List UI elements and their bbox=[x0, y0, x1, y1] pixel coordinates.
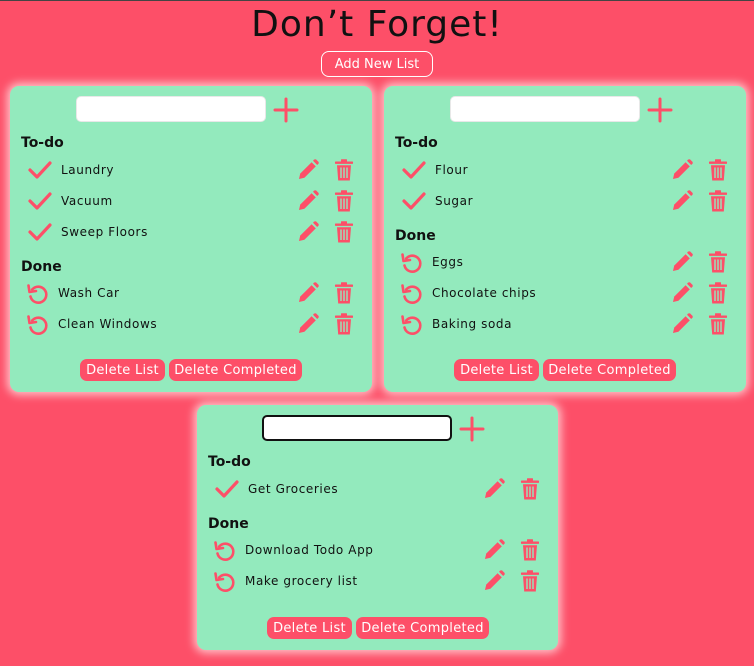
trash-icon[interactable] bbox=[518, 569, 542, 593]
done-item-text: Baking soda bbox=[432, 317, 513, 331]
pencil-icon[interactable] bbox=[482, 538, 506, 562]
done-heading: Done bbox=[21, 259, 62, 275]
done-item: Eggs bbox=[384, 247, 746, 278]
trash-icon[interactable] bbox=[518, 538, 542, 562]
pencil-icon[interactable] bbox=[296, 189, 320, 213]
todo-item-text: Flour bbox=[435, 163, 469, 177]
todo-item-text: Sweep Floors bbox=[61, 225, 148, 239]
done-item: Make grocery list bbox=[197, 566, 558, 597]
todo-item-text: Get Groceries bbox=[248, 482, 339, 496]
pencil-icon[interactable] bbox=[670, 281, 694, 305]
done-item-text: Clean Windows bbox=[58, 317, 158, 331]
undo-icon[interactable] bbox=[400, 250, 426, 274]
done-item-text: Eggs bbox=[432, 255, 464, 269]
plus-icon[interactable] bbox=[646, 96, 674, 124]
trash-icon[interactable] bbox=[706, 158, 730, 182]
trash-icon[interactable] bbox=[518, 477, 542, 501]
done-item: Baking soda bbox=[384, 309, 746, 340]
new-item-input[interactable] bbox=[76, 96, 266, 122]
trash-icon[interactable] bbox=[706, 250, 730, 274]
todo-item-text: Sugar bbox=[435, 194, 474, 208]
pencil-icon[interactable] bbox=[296, 312, 320, 336]
undo-icon[interactable] bbox=[400, 312, 426, 336]
delete-list-button[interactable]: Delete List bbox=[267, 617, 352, 639]
done-heading: Done bbox=[208, 516, 249, 532]
trash-icon[interactable] bbox=[332, 158, 356, 182]
list-card: To-do Flour Sugar Done Eggs Chocolate chips Ba… bbox=[384, 86, 746, 392]
top-border bbox=[0, 0, 754, 1]
done-heading: Done bbox=[395, 228, 436, 244]
pencil-icon[interactable] bbox=[482, 569, 506, 593]
plus-icon[interactable] bbox=[458, 415, 486, 443]
todo-heading: To-do bbox=[208, 454, 251, 470]
pencil-icon[interactable] bbox=[296, 220, 320, 244]
todo-item: Flour bbox=[384, 155, 746, 186]
delete-list-button[interactable]: Delete List bbox=[80, 359, 165, 381]
plus-icon[interactable] bbox=[272, 96, 300, 124]
undo-icon[interactable] bbox=[213, 538, 239, 562]
todo-item-text: Vacuum bbox=[61, 194, 113, 208]
trash-icon[interactable] bbox=[332, 189, 356, 213]
todo-item: Laundry bbox=[10, 155, 372, 186]
todo-item: Sugar bbox=[384, 186, 746, 217]
new-item-input[interactable] bbox=[450, 96, 640, 122]
list-card: To-do Laundry Vacuum Sweep Floors Done Wash C… bbox=[10, 86, 372, 392]
checkmark-icon[interactable] bbox=[27, 220, 53, 244]
undo-icon[interactable] bbox=[26, 281, 52, 305]
pencil-icon[interactable] bbox=[296, 281, 320, 305]
checkmark-icon[interactable] bbox=[401, 189, 427, 213]
trash-icon[interactable] bbox=[332, 220, 356, 244]
new-item-input[interactable] bbox=[262, 415, 452, 441]
todo-item: Vacuum bbox=[10, 186, 372, 217]
todo-heading: To-do bbox=[21, 135, 64, 151]
done-item: Download Todo App bbox=[197, 535, 558, 566]
delete-list-button[interactable]: Delete List bbox=[454, 359, 539, 381]
checkmark-icon[interactable] bbox=[401, 158, 427, 182]
delete-completed-button[interactable]: Delete Completed bbox=[169, 359, 302, 381]
page-title: Don’t Forget! bbox=[251, 4, 503, 45]
trash-icon[interactable] bbox=[332, 312, 356, 336]
undo-icon[interactable] bbox=[213, 569, 239, 593]
add-new-list-button[interactable]: Add New List bbox=[321, 51, 433, 77]
done-item-text: Chocolate chips bbox=[432, 286, 537, 300]
add-item-row bbox=[76, 95, 306, 125]
done-item: Chocolate chips bbox=[384, 278, 746, 309]
list-card: To-do Get Groceries Done Download Todo App M… bbox=[197, 405, 558, 650]
trash-icon[interactable] bbox=[706, 189, 730, 213]
pencil-icon[interactable] bbox=[670, 189, 694, 213]
trash-icon[interactable] bbox=[706, 312, 730, 336]
pencil-icon[interactable] bbox=[482, 477, 506, 501]
checkmark-icon[interactable] bbox=[214, 477, 240, 501]
done-item-text: Download Todo App bbox=[245, 543, 374, 557]
undo-icon[interactable] bbox=[400, 281, 426, 305]
todo-item-text: Laundry bbox=[61, 163, 115, 177]
todo-item: Sweep Floors bbox=[10, 217, 372, 248]
trash-icon[interactable] bbox=[332, 281, 356, 305]
undo-icon[interactable] bbox=[26, 312, 52, 336]
done-item-text: Make grocery list bbox=[245, 574, 358, 588]
checkmark-icon[interactable] bbox=[27, 158, 53, 182]
pencil-icon[interactable] bbox=[670, 312, 694, 336]
done-item: Wash Car bbox=[10, 278, 372, 309]
todo-item: Get Groceries bbox=[197, 474, 558, 505]
pencil-icon[interactable] bbox=[296, 158, 320, 182]
add-item-row bbox=[262, 414, 492, 444]
delete-completed-button[interactable]: Delete Completed bbox=[356, 617, 489, 639]
done-item: Clean Windows bbox=[10, 309, 372, 340]
pencil-icon[interactable] bbox=[670, 158, 694, 182]
trash-icon[interactable] bbox=[706, 281, 730, 305]
add-item-row bbox=[450, 95, 680, 125]
done-item-text: Wash Car bbox=[58, 286, 120, 300]
delete-completed-button[interactable]: Delete Completed bbox=[543, 359, 676, 381]
pencil-icon[interactable] bbox=[670, 250, 694, 274]
checkmark-icon[interactable] bbox=[27, 189, 53, 213]
todo-heading: To-do bbox=[395, 135, 438, 151]
